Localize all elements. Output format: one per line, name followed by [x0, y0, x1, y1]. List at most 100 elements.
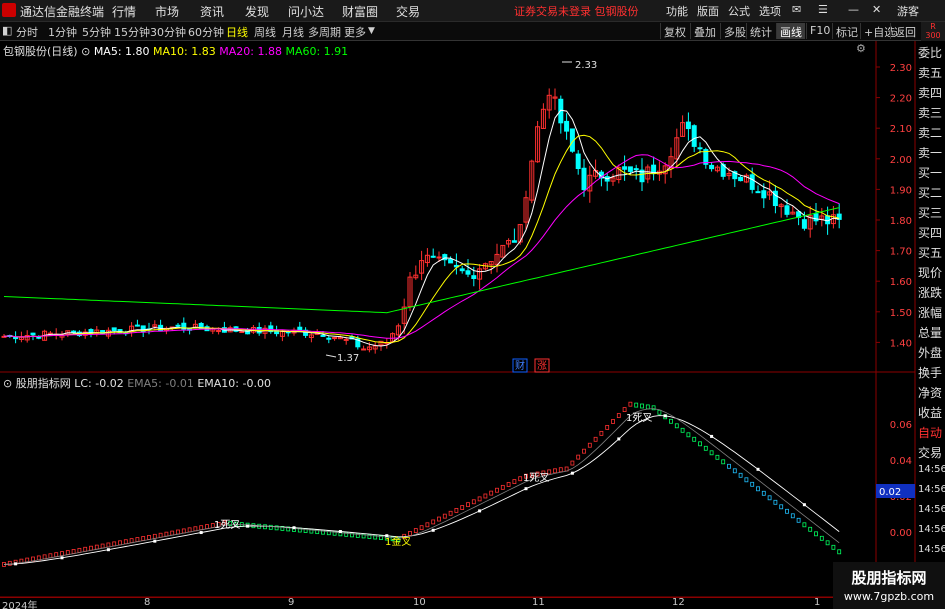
candle-body — [430, 255, 436, 258]
lc-bar — [431, 519, 436, 525]
lc-bar — [48, 553, 53, 559]
sidebar-label-23[interactable]: 14:56 — [918, 504, 945, 515]
ema10-dot — [106, 548, 110, 552]
sidebar-label-3[interactable]: 卖三 — [918, 104, 942, 121]
lc-bar — [709, 450, 714, 456]
lc-bar — [553, 468, 557, 474]
sidebar-label-22[interactable]: 14:56 — [918, 484, 945, 495]
settings-gear-icon[interactable]: ⚙ — [856, 42, 866, 55]
sidebar-label-7[interactable]: 买二 — [918, 184, 942, 201]
candle-body — [627, 166, 633, 172]
ema10-dot — [710, 434, 714, 438]
ema10-dot — [60, 556, 64, 560]
lc-bar — [703, 445, 708, 451]
price-tick-4: 1.90 — [890, 185, 912, 196]
lc-bar — [89, 545, 93, 551]
candle-body — [784, 205, 790, 215]
candle-body — [471, 275, 477, 279]
candle-body — [685, 121, 691, 130]
lc-bar — [500, 484, 505, 490]
price-tick-5: 1.80 — [890, 216, 912, 227]
lc-bar — [83, 546, 88, 552]
x-tick-aug: 8 — [144, 597, 151, 608]
lc-bar — [489, 490, 494, 496]
lc-bar — [187, 527, 192, 533]
lc-bar — [599, 430, 604, 436]
lc-bar — [715, 454, 720, 460]
lc-bar — [164, 531, 169, 537]
badge-zhang: 涨 — [537, 360, 547, 372]
candle-body — [36, 336, 42, 339]
badge-cai: 财 — [515, 359, 525, 372]
lc-bar — [135, 537, 140, 542]
lc-bar — [60, 551, 64, 556]
watermark: 股朋指标网 www.7gpzb.com — [833, 562, 945, 609]
lc-bar — [176, 529, 180, 535]
low-marker-line — [325, 354, 337, 358]
lc-bar — [118, 540, 122, 546]
sidebar-label-16[interactable]: 换手 — [918, 364, 942, 381]
high-marker-label: 2.33 — [575, 60, 597, 71]
lc-bar — [454, 507, 459, 513]
ema10-dot — [153, 539, 157, 543]
sidebar-label-5[interactable]: 卖一 — [918, 144, 942, 161]
lc-bar — [506, 482, 511, 487]
sidebar-label-9[interactable]: 买四 — [918, 224, 942, 241]
ema5-label: EMA5: -0.01 — [127, 377, 194, 390]
ind-tick-3: 0.00 — [890, 528, 912, 539]
x-tick-jan: 1 — [814, 597, 821, 608]
collapse-icon[interactable]: ⊙ — [81, 45, 90, 58]
sidebar-label-2[interactable]: 卖四 — [918, 84, 942, 101]
sidebar-label-0[interactable]: 委比 — [918, 44, 942, 61]
indicator-collapse-icon[interactable]: ⊙ — [3, 377, 12, 390]
sidebar-label-6[interactable]: 买一 — [918, 164, 942, 181]
sidebar-label-21[interactable]: 14:56 — [918, 464, 945, 475]
sidebar-label-15[interactable]: 外盘 — [918, 344, 942, 361]
candle-body — [245, 329, 251, 335]
candle-body — [134, 324, 140, 327]
candle-body — [558, 98, 564, 124]
sidebar-label-19[interactable]: 自动 — [918, 424, 942, 441]
sidebar-label-18[interactable]: 收益 — [918, 404, 942, 421]
lc-bar — [686, 432, 691, 438]
sidebar-label-25[interactable]: 14:56 — [918, 544, 945, 555]
lc-bar — [790, 513, 795, 519]
sidebar-label-8[interactable]: 买三 — [918, 204, 942, 221]
sidebar-label-10[interactable]: 买五 — [918, 244, 942, 261]
sidebar-label-14[interactable]: 总量 — [918, 324, 942, 341]
dead-cross-1: 1死叉 — [214, 519, 240, 531]
candle-body — [633, 168, 639, 171]
sidebar-label-13[interactable]: 涨幅 — [918, 304, 942, 321]
lc-bar — [448, 510, 453, 516]
candle-body — [564, 120, 570, 132]
lc-bar — [466, 502, 470, 508]
ma20-line — [3, 154, 840, 339]
chart-canvas[interactable]: 2.30 2.20 2.10 2.00 1.90 1.80 1.70 1.60 1.50 1.40… — [0, 0, 945, 609]
x-tick-dec: 12 — [672, 597, 685, 608]
candle-body — [575, 153, 581, 170]
lc-bar — [831, 544, 836, 550]
lc-bar — [477, 496, 482, 502]
lc-bar — [141, 536, 146, 541]
candle-body — [332, 337, 338, 340]
lc-bar — [65, 550, 70, 555]
lc-bar — [442, 513, 447, 519]
sidebar-label-12[interactable]: 涨跌 — [918, 284, 942, 301]
lc-bar — [605, 425, 610, 430]
ema10-dot — [756, 467, 760, 471]
lc-bar — [698, 441, 702, 447]
dead-cross-2: 1死叉 — [523, 472, 549, 484]
sidebar-label-4[interactable]: 卖二 — [918, 124, 942, 141]
ind-tick-1: 0.04 — [890, 456, 912, 467]
lc-bar — [558, 467, 563, 473]
sidebar-label-24[interactable]: 14:56 — [918, 524, 945, 535]
ema10-dot — [292, 526, 296, 530]
lc-bar — [645, 404, 650, 410]
lc-bar — [419, 525, 424, 531]
candle-body — [326, 337, 332, 340]
candle-body — [216, 330, 222, 333]
sidebar-label-20[interactable]: 交易 — [918, 444, 942, 461]
sidebar-label-17[interactable]: 净资 — [918, 384, 942, 401]
sidebar-label-1[interactable]: 卖五 — [918, 64, 942, 81]
sidebar-label-11[interactable]: 现价 — [918, 264, 942, 281]
